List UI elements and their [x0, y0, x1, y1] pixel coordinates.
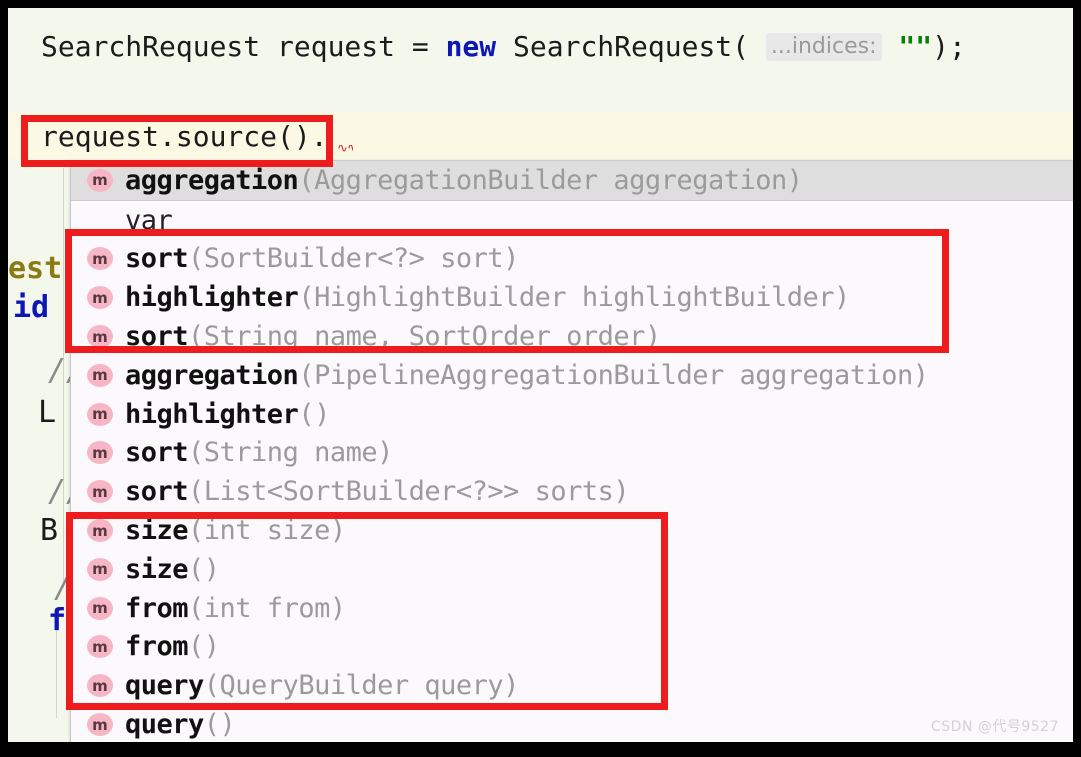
completion-item-size[interactable]: m size(): [71, 550, 1073, 589]
code-editor-pane[interactable]: SearchRequest request = new SearchReques…: [8, 8, 1073, 742]
completion-item-signature: (List<SortBuilder<?>> sorts): [188, 476, 630, 508]
method-icon: m: [87, 557, 113, 581]
completion-item-from[interactable]: m from(): [71, 628, 1073, 667]
method-icon: m: [87, 247, 113, 271]
method-icon: m: [87, 635, 113, 659]
completion-item-aggregation[interactable]: m aggregation (PipelineAggregationBuilder …: [71, 356, 1073, 395]
completion-item-name: sort: [125, 321, 189, 353]
background-code-fragment-est: est: [8, 251, 63, 286]
completion-item-name: query: [125, 709, 204, 741]
completion-item-aggregation[interactable]: m aggregation (AggregationBuilder aggregat…: [71, 160, 1073, 201]
completion-item-var[interactable]: var: [71, 201, 1073, 240]
completion-item-name: from: [125, 592, 189, 624]
method-icon: m: [87, 713, 113, 737]
completion-item-signature: (PipelineAggregationBuilder aggregation): [298, 359, 929, 391]
completion-item-query[interactable]: m query (QueryBuilder query): [71, 666, 1073, 705]
completion-item-signature: (int from): [188, 592, 346, 624]
completion-item-signature: (): [188, 631, 220, 663]
completion-item-signature: (SortBuilder<?> sort): [188, 243, 519, 275]
method-icon: m: [87, 596, 113, 620]
completion-item-signature: (HighlightBuilder highlightBuilder): [298, 282, 850, 314]
completion-item-name: sort: [125, 243, 189, 275]
completion-item-name: sort: [125, 437, 189, 469]
method-icon: m: [87, 325, 113, 349]
background-code-fragment-f: f: [48, 603, 67, 638]
completion-item-name: aggregation: [125, 359, 299, 391]
code-token-constructor: SearchRequest(: [496, 30, 750, 63]
method-icon: m: [87, 402, 113, 426]
completion-item-name: sort: [125, 476, 189, 508]
background-code-fragment-b: B: [40, 513, 59, 548]
completion-item-sort[interactable]: m sort (SortBuilder<?> sort): [71, 240, 1073, 279]
completion-item-name: aggregation: [125, 164, 299, 196]
completion-item-signature: (String name, SortOrder order): [188, 321, 661, 353]
method-icon: m: [87, 363, 113, 387]
completion-item-name: highlighter: [125, 282, 299, 314]
watermark-label: CSDN @代号9527: [931, 719, 1059, 735]
code-token-new-keyword: new: [445, 30, 497, 63]
completion-item-name: query: [125, 670, 204, 702]
completion-item-signature: (QueryBuilder query): [203, 670, 520, 702]
parameter-hint-indices: ...indices:: [765, 33, 882, 61]
method-icon: m: [87, 519, 113, 543]
completion-item-highlighter[interactable]: m highlighter (HighlightBuilder highlightB…: [71, 278, 1073, 317]
completion-item-sort[interactable]: m sort (List<SortBuilder<?>> sorts): [71, 472, 1073, 511]
code-token-empty-string: "": [898, 30, 933, 63]
completion-item-from[interactable]: m from (int from): [71, 589, 1073, 628]
completion-item-signature: (): [188, 553, 220, 585]
method-icon: m: [87, 286, 113, 310]
method-icon: m: [87, 441, 113, 465]
completion-item-size[interactable]: m size (int size): [71, 511, 1073, 550]
code-line-search-request: SearchRequest request = new SearchReques…: [41, 30, 966, 63]
method-icon: m: [87, 480, 113, 504]
background-code-fragment-l: L: [38, 395, 57, 430]
completion-item-highlighter[interactable]: m highlighter(): [71, 395, 1073, 434]
method-icon: m: [87, 674, 113, 698]
code-completion-popup[interactable]: m aggregation (AggregationBuilder aggregat…: [70, 160, 1073, 742]
completion-item-name: size: [125, 553, 189, 585]
completion-item-signature: (): [203, 709, 236, 741]
error-squiggle-icon: ∿∿: [337, 145, 353, 153]
completion-item-signature: (AggregationBuilder aggregation): [298, 164, 803, 196]
method-icon: m: [87, 168, 113, 192]
code-line-request-source[interactable]: request.source().: [41, 120, 328, 153]
completion-item-name: size: [125, 515, 189, 547]
screenshot-root: SearchRequest request = new SearchReques…: [0, 0, 1081, 757]
completion-item-signature: (int size): [188, 515, 346, 547]
completion-item-name: from: [125, 631, 189, 663]
code-token-declaration: SearchRequest request =: [41, 30, 446, 63]
code-token-statement-end: );: [932, 30, 966, 63]
completion-item-sort[interactable]: m sort (String name): [71, 434, 1073, 473]
completion-item-signature: (): [298, 398, 330, 430]
completion-item-name: highlighter: [125, 398, 299, 430]
completion-item-label: var: [125, 204, 173, 236]
completion-item-query[interactable]: m query(): [71, 705, 1073, 742]
background-code-fragment-id: id: [13, 290, 50, 325]
completion-item-signature: (String name): [188, 437, 393, 469]
completion-item-sort[interactable]: m sort (String name, SortOrder order): [71, 317, 1073, 356]
